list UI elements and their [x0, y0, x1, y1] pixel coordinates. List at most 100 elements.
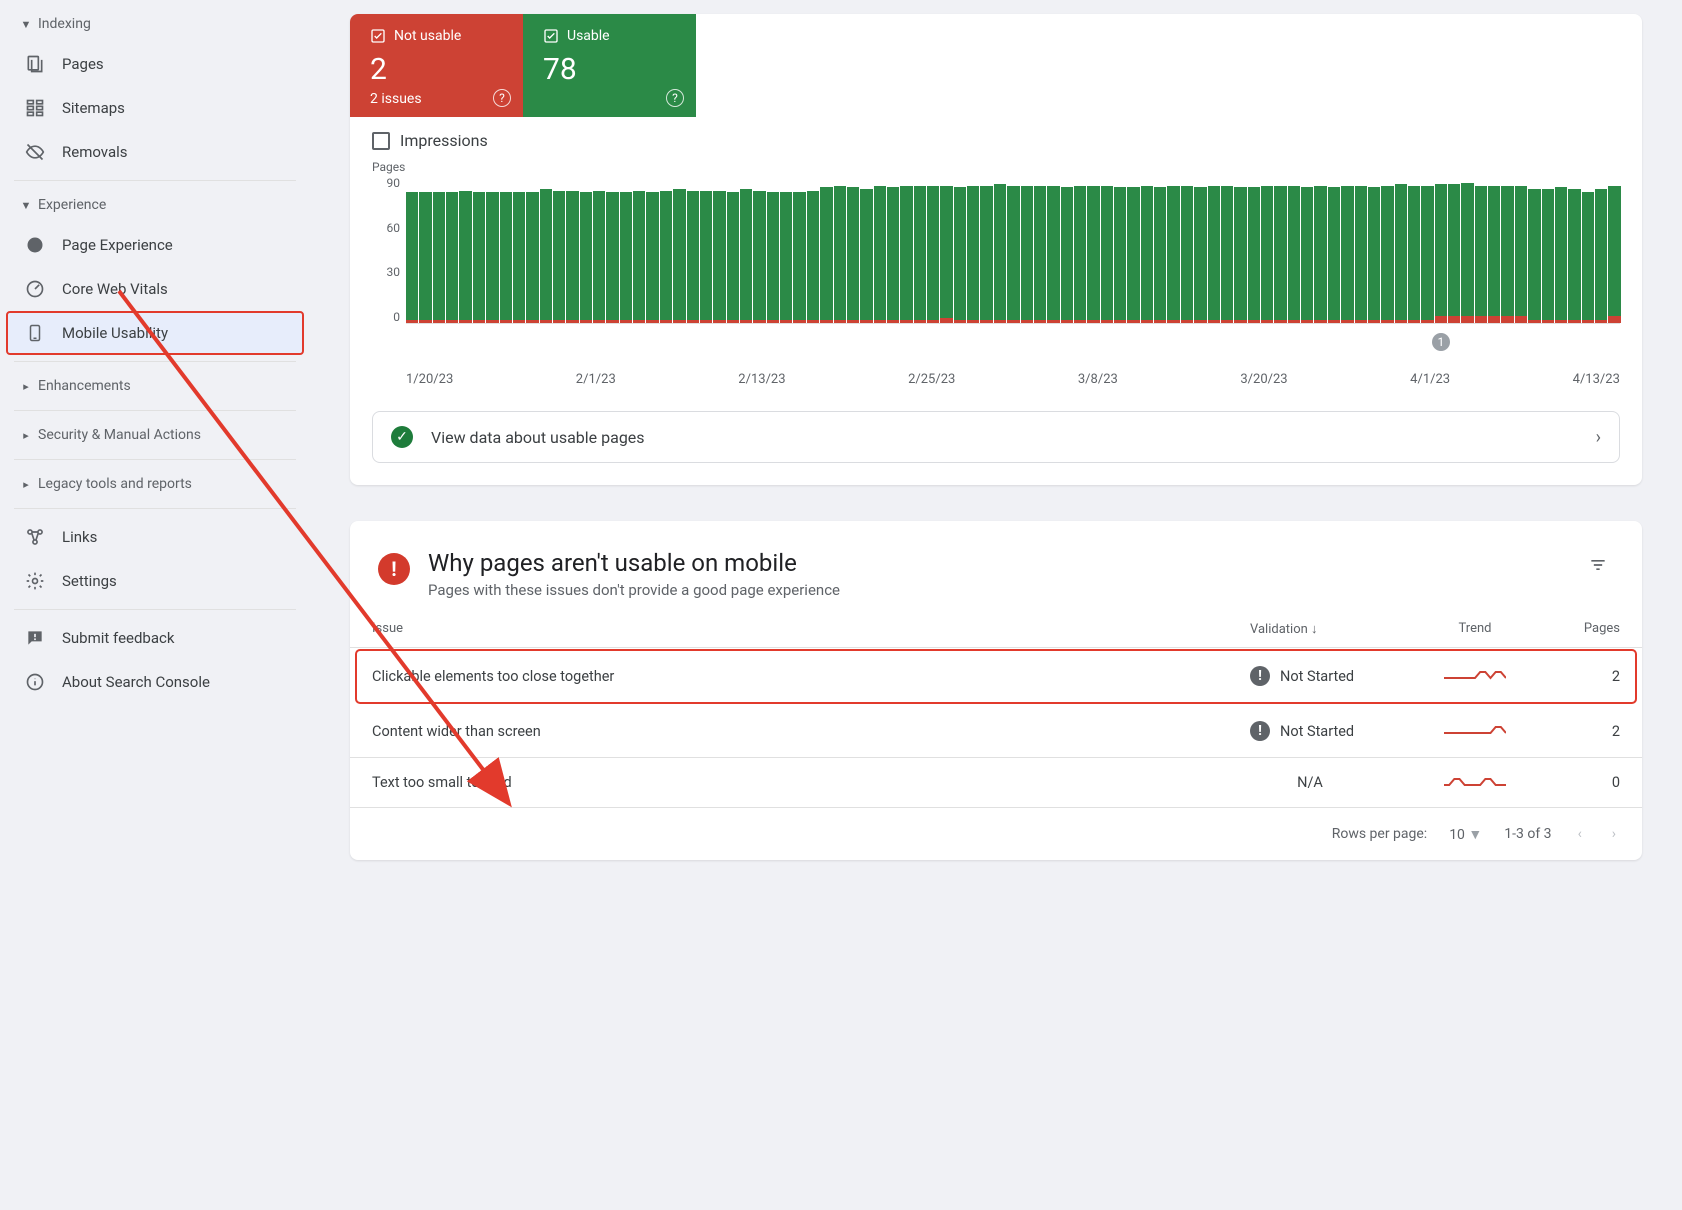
col-issue[interactable]: Issue: [372, 621, 1250, 637]
bar-column[interactable]: [780, 176, 792, 323]
bar-column[interactable]: [994, 176, 1006, 323]
bar-column[interactable]: [767, 176, 779, 323]
bar-column[interactable]: [673, 176, 685, 323]
bar-column[interactable]: [1301, 176, 1313, 323]
impressions-toggle[interactable]: Impressions: [372, 131, 1620, 150]
bar-column[interactable]: [1221, 176, 1233, 323]
bar-column[interactable]: [1448, 176, 1460, 323]
bar-column[interactable]: [580, 176, 592, 323]
col-trend[interactable]: Trend: [1410, 621, 1540, 637]
bar-column[interactable]: [793, 176, 805, 323]
sidebar-item-removals[interactable]: Removals: [0, 130, 310, 174]
bar-column[interactable]: [1515, 176, 1527, 323]
bar-column[interactable]: [740, 176, 752, 323]
bar-column[interactable]: [1568, 176, 1580, 323]
bar-column[interactable]: [927, 176, 939, 323]
bar-column[interactable]: [606, 176, 618, 323]
bar-column[interactable]: [1074, 176, 1086, 323]
issue-row[interactable]: Clickable elements too close together !N…: [356, 650, 1636, 703]
bar-column[interactable]: [1555, 176, 1567, 323]
bar-column[interactable]: [914, 176, 926, 323]
bar-column[interactable]: [887, 176, 899, 323]
sidebar-item-mobile-usability[interactable]: Mobile Usability: [6, 311, 304, 355]
status-usable[interactable]: Usable 78 ?: [523, 14, 696, 117]
bar-column[interactable]: [620, 176, 632, 323]
bar-column[interactable]: [1488, 176, 1500, 323]
bar-column[interactable]: [980, 176, 992, 323]
bar-column[interactable]: [1261, 176, 1273, 323]
bar-column[interactable]: [660, 176, 672, 323]
next-page-button[interactable]: ›: [1608, 822, 1620, 846]
bar-column[interactable]: [1288, 176, 1300, 323]
bar-column[interactable]: [954, 176, 966, 323]
bar-column[interactable]: [1208, 176, 1220, 323]
col-pages[interactable]: Pages: [1540, 621, 1620, 637]
bar-column[interactable]: [820, 176, 832, 323]
bar-column[interactable]: [646, 176, 658, 323]
bar-column[interactable]: [713, 176, 725, 323]
bar-column[interactable]: [900, 176, 912, 323]
sidebar-item-links[interactable]: Links: [0, 515, 310, 559]
bar-column[interactable]: [406, 176, 418, 323]
bar-column[interactable]: [1341, 176, 1353, 323]
sidebar-item-settings[interactable]: Settings: [0, 559, 310, 603]
help-icon[interactable]: ?: [666, 89, 684, 107]
issue-row[interactable]: Text too small to read N/A 0: [350, 758, 1642, 808]
help-icon[interactable]: ?: [493, 89, 511, 107]
bar-column[interactable]: [633, 176, 645, 323]
bar-column[interactable]: [1501, 176, 1513, 323]
bar-column[interactable]: [1608, 176, 1620, 323]
bar-column[interactable]: [446, 176, 458, 323]
bar-column[interactable]: [459, 176, 471, 323]
bar-column[interactable]: [1007, 176, 1019, 323]
bar-column[interactable]: [834, 176, 846, 323]
prev-page-button[interactable]: ‹: [1574, 822, 1586, 846]
bar-column[interactable]: [967, 176, 979, 323]
bar-column[interactable]: [1034, 176, 1046, 323]
col-validation[interactable]: Validation ↓: [1250, 621, 1410, 637]
bar-column[interactable]: [1114, 176, 1126, 323]
bar-column[interactable]: [1181, 176, 1193, 323]
bar-column[interactable]: [1421, 176, 1433, 323]
bar-column[interactable]: [1475, 176, 1487, 323]
bar-column[interactable]: [1328, 176, 1340, 323]
bar-column[interactable]: [1528, 176, 1540, 323]
bar-column[interactable]: [1582, 176, 1594, 323]
bar-column[interactable]: [1101, 176, 1113, 323]
bar-column[interactable]: [727, 176, 739, 323]
sidebar-item-feedback[interactable]: Submit feedback: [0, 616, 310, 660]
bar-column[interactable]: [1154, 176, 1166, 323]
bar-column[interactable]: [473, 176, 485, 323]
bar-column[interactable]: [1274, 176, 1286, 323]
sidebar-item-sitemaps[interactable]: Sitemaps: [0, 86, 310, 130]
bar-column[interactable]: [433, 176, 445, 323]
bar-column[interactable]: [753, 176, 765, 323]
bar-column[interactable]: [553, 176, 565, 323]
bar-column[interactable]: [1234, 176, 1246, 323]
section-experience[interactable]: ▼ Experience: [0, 187, 310, 223]
bar-column[interactable]: [1395, 176, 1407, 323]
bar-column[interactable]: [700, 176, 712, 323]
bar-column[interactable]: [566, 176, 578, 323]
issue-row[interactable]: Content wider than screen !Not Started 2: [350, 705, 1642, 758]
bar-column[interactable]: [1355, 176, 1367, 323]
sidebar-item-about[interactable]: About Search Console: [0, 660, 310, 704]
bar-column[interactable]: [1461, 176, 1473, 323]
bar-column[interactable]: [847, 176, 859, 323]
sidebar-item-core-web-vitals[interactable]: Core Web Vitals: [0, 267, 310, 311]
bar-column[interactable]: [1314, 176, 1326, 323]
bar-column[interactable]: [1542, 176, 1554, 323]
bar-column[interactable]: 1: [1435, 176, 1447, 323]
bar-column[interactable]: [940, 176, 952, 323]
rows-per-page-select[interactable]: 10 ▼: [1449, 826, 1482, 843]
chart-annotation-badge[interactable]: 1: [1432, 333, 1450, 351]
bar-column[interactable]: [1047, 176, 1059, 323]
sidebar-item-pages[interactable]: Pages: [0, 42, 310, 86]
section-indexing[interactable]: ▼ Indexing: [0, 6, 310, 42]
bar-column[interactable]: [500, 176, 512, 323]
filter-button[interactable]: [1582, 549, 1614, 581]
bar-column[interactable]: [1381, 176, 1393, 323]
bar-column[interactable]: [1127, 176, 1139, 323]
section-security[interactable]: ▸ Security & Manual Actions: [0, 417, 310, 453]
bar-column[interactable]: [1408, 176, 1420, 323]
